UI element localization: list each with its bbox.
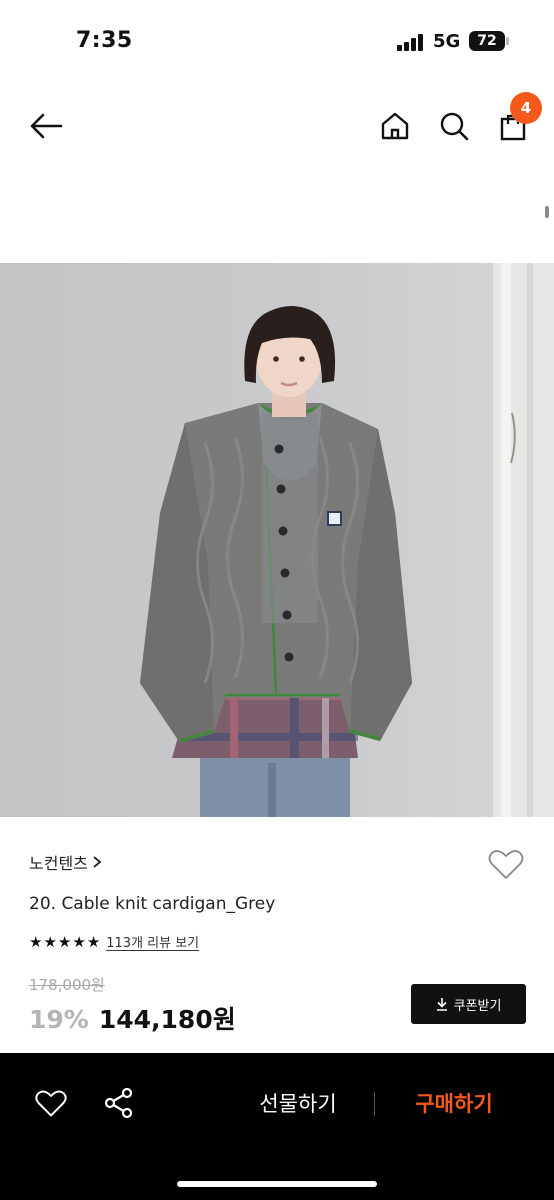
scroll-indicator <box>545 206 549 218</box>
rating-stars: ★ ★ ★ ★ ★ <box>29 933 100 951</box>
sale-price: 144,180원 <box>98 1005 236 1034</box>
product-image[interactable] <box>0 263 554 817</box>
heart-icon <box>35 1090 67 1117</box>
gift-button[interactable]: 선물하기 <box>240 1085 356 1121</box>
original-price: 178,000원 <box>29 976 105 994</box>
star-icon: ★ <box>72 932 86 951</box>
product-photo-illustration <box>140 263 554 817</box>
download-icon <box>436 998 447 1011</box>
home-icon <box>381 112 409 140</box>
status-bar: 7:35 5G 72 <box>0 0 554 84</box>
search-button[interactable] <box>432 104 476 148</box>
price-row: 19% 144,180원 <box>29 1000 236 1036</box>
signal-icon <box>397 33 425 51</box>
review-link[interactable]: 113개 리뷰 보기 <box>106 932 199 951</box>
like-button[interactable] <box>31 1083 71 1123</box>
home-indicator[interactable] <box>177 1181 377 1187</box>
cart-count-badge: 4 <box>510 92 542 124</box>
battery-icon: 72 <box>469 31 505 51</box>
star-icon: ★ <box>86 932 101 951</box>
heart-outline-icon <box>488 850 524 879</box>
search-icon <box>440 112 469 141</box>
rating-row: ★ ★ ★ ★ ★ 113개 리뷰 보기 <box>29 932 199 952</box>
arrow-left-icon <box>30 113 63 139</box>
star-icon: ★ <box>29 932 43 951</box>
home-button[interactable] <box>373 104 417 148</box>
battery-cap <box>506 37 509 45</box>
network-label: 5G <box>433 31 461 52</box>
bottom-action-bar: 선물하기 구매하기 <box>0 1053 554 1200</box>
buy-button[interactable]: 구매하기 <box>396 1085 512 1121</box>
share-button[interactable] <box>99 1083 139 1123</box>
divider <box>374 1092 375 1116</box>
brand-name: 노컨텐츠 <box>29 854 88 873</box>
star-icon: ★ <box>43 932 57 951</box>
back-button[interactable] <box>24 104 68 148</box>
top-navigation <box>0 90 554 162</box>
discount-rate: 19% <box>29 1005 89 1034</box>
coupon-button[interactable]: 쿠폰받기 <box>411 984 526 1024</box>
star-icon: ★ <box>57 932 72 951</box>
status-time: 7:35 <box>76 28 133 53</box>
coupon-label: 쿠폰받기 <box>453 998 502 1014</box>
product-name: 20. Cable knit cardigan_Grey <box>29 894 276 914</box>
share-icon <box>104 1087 133 1119</box>
brand-link[interactable]: 노컨텐츠 <box>29 850 102 874</box>
wishlist-button[interactable] <box>486 845 526 883</box>
chevron-right-icon <box>93 856 102 868</box>
